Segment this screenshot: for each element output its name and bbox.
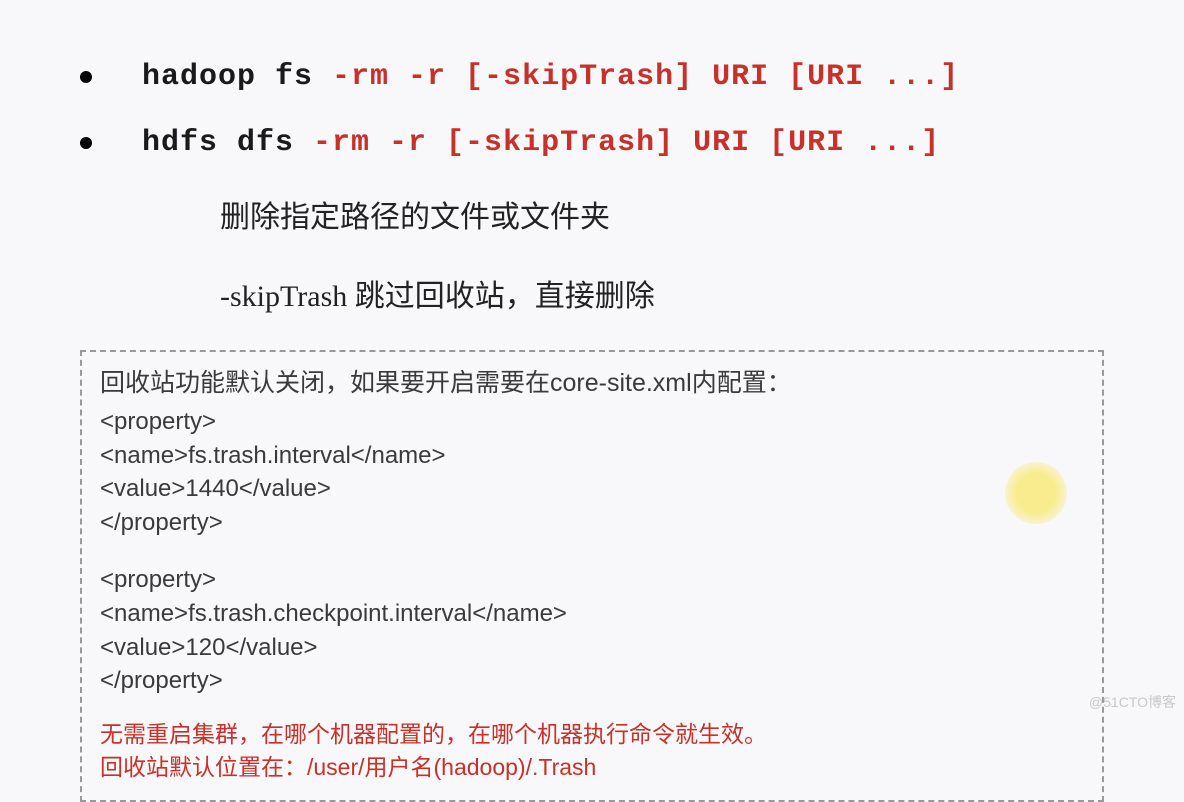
command-item-1: hadoop fs -rm -r [-skipTrash] URI [URI .… xyxy=(80,60,1104,94)
xml-line: </property> xyxy=(100,506,1084,540)
desc-line-1: 删除指定路径的文件或文件夹 xyxy=(220,192,1104,236)
xml-line: <property> xyxy=(100,563,1084,597)
note-line-2: 回收站默认位置在：/user/用户名(hadoop)/.Trash xyxy=(100,751,1084,784)
command-list: hadoop fs -rm -r [-skipTrash] URI [URI .… xyxy=(80,60,1104,160)
xml-line: <name>fs.trash.interval</name> xyxy=(100,439,1084,473)
xml-line: <value>120</value> xyxy=(100,631,1084,665)
cursor-highlight-icon xyxy=(1005,462,1067,524)
cmd-args: -rm -r [-skipTrash] URI [URI ...] xyxy=(313,126,940,160)
config-box: 回收站功能默认关闭，如果要开启需要在core-site.xml内配置： <pro… xyxy=(80,350,1104,802)
xml-line: <value>1440</value> xyxy=(100,472,1084,506)
command-item-2: hdfs dfs -rm -r [-skipTrash] URI [URI ..… xyxy=(80,126,1104,160)
cmd-args: -rm -r [-skipTrash] URI [URI ...] xyxy=(332,60,959,94)
bullet-icon xyxy=(80,71,92,83)
note-line-1: 无需重启集群，在哪个机器配置的，在哪个机器执行命令就生效。 xyxy=(100,718,1084,751)
blank-line xyxy=(100,539,1084,563)
cmd-base: hadoop fs xyxy=(142,60,332,94)
xml-line: <name>fs.trash.checkpoint.interval</name… xyxy=(100,597,1084,631)
cmd-base: hdfs dfs xyxy=(142,126,313,160)
config-note: 无需重启集群，在哪个机器配置的，在哪个机器执行命令就生效。 回收站默认位置在：/… xyxy=(100,718,1084,785)
description-block: 删除指定路径的文件或文件夹 -skipTrash 跳过回收站，直接删除 xyxy=(220,192,1104,315)
slide-content: hadoop fs -rm -r [-skipTrash] URI [URI .… xyxy=(0,0,1184,315)
xml-line: <property> xyxy=(100,405,1084,439)
bullet-icon xyxy=(80,137,92,149)
xml-line: </property> xyxy=(100,664,1084,698)
desc-line-2: -skipTrash 跳过回收站，直接删除 xyxy=(220,271,1104,315)
command-line: hadoop fs -rm -r [-skipTrash] URI [URI .… xyxy=(142,60,959,94)
command-line: hdfs dfs -rm -r [-skipTrash] URI [URI ..… xyxy=(142,126,940,160)
watermark: @51CTO博客 xyxy=(1089,692,1176,712)
config-intro: 回收站功能默认关闭，如果要开启需要在core-site.xml内配置： xyxy=(100,366,1084,401)
